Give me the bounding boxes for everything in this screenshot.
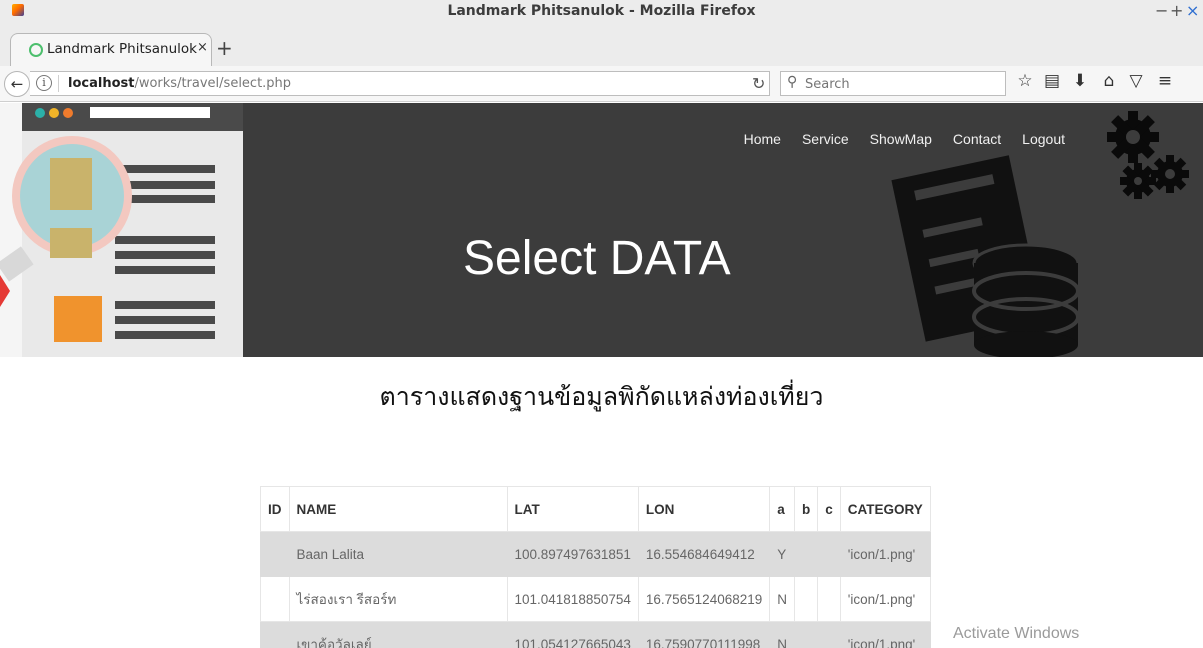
cell-lat: 101.054127665043	[506, 621, 639, 648]
close-window-button[interactable]: ×	[1186, 1, 1199, 20]
cell-lon: 16.7565124068219	[637, 576, 771, 622]
page-heading: ตารางแสดงฐานข้อมูลพิกัดแหล่งท่องเที่ยว	[379, 382, 824, 411]
cell-c	[817, 531, 841, 577]
document-search-illustration	[0, 103, 243, 357]
url-bar[interactable]: i localhost/works/travel/select.php ↻	[30, 71, 770, 96]
col-id-header: ID	[260, 486, 290, 532]
cell-c	[817, 621, 841, 648]
maximize-button[interactable]: +	[1170, 1, 1183, 20]
cell-name: ไร่สองเรา รีสอร์ท	[288, 576, 508, 622]
table-row: ไร่สองเรา รีสอร์ท 101.041818850754 16.75…	[260, 576, 931, 622]
nav-showmap-link[interactable]: ShowMap	[870, 131, 932, 147]
cell-lat: 100.897497631851	[506, 531, 639, 577]
tab-close-button[interactable]: ×	[197, 40, 208, 55]
cell-name: Baan Lalita	[288, 531, 508, 577]
hero-banner: Home Service ShowMap Contact Logout Sele…	[243, 103, 1203, 357]
col-c-header: c	[817, 486, 841, 532]
hero-illustration	[0, 103, 243, 357]
landmark-table: ID NAME LAT LON a b c CATEGORY Baan Lali…	[260, 486, 931, 648]
cell-c	[817, 576, 841, 622]
cell-category: 'icon/1.png'	[839, 576, 931, 622]
cell-lat: 101.041818850754	[506, 576, 639, 622]
info-icon[interactable]: i	[36, 75, 52, 91]
url-text: localhost/works/travel/select.php	[68, 76, 291, 91]
nav-home-link[interactable]: Home	[744, 131, 781, 147]
col-name-header: NAME	[288, 486, 508, 532]
cell-name: เขาค้อวัลเลย์	[288, 621, 508, 648]
col-category-header: CATEGORY	[839, 486, 931, 532]
site-nav: Home Service ShowMap Contact Logout	[723, 131, 1065, 147]
cell-a: N	[769, 576, 795, 622]
url-separator	[58, 75, 59, 92]
window-title: Landmark Phitsanulok - Mozilla Firefox	[447, 3, 756, 19]
search-bar[interactable]: ⚲	[780, 71, 1006, 96]
table-row: เขาค้อวัลเลย์ 101.054127665043 16.759077…	[260, 621, 931, 648]
cell-b	[793, 531, 819, 577]
favicon-icon	[29, 43, 43, 57]
minimize-button[interactable]: −	[1155, 1, 1168, 20]
url-host: localhost	[68, 76, 135, 91]
cell-lon: 16.554684649412	[637, 531, 771, 577]
table-row: Baan Lalita 100.897497631851 16.55468464…	[260, 531, 931, 577]
reload-icon[interactable]: ↻	[752, 74, 765, 93]
cell-id	[260, 576, 290, 622]
hero-title: Select DATA	[463, 232, 731, 285]
downloads-icon[interactable]: ⬇	[1069, 71, 1091, 91]
cell-b	[793, 576, 819, 622]
gears-icon	[1107, 111, 1189, 199]
nav-contact-link[interactable]: Contact	[953, 131, 1001, 147]
cell-category: 'icon/1.png'	[839, 531, 931, 577]
back-button[interactable]: ←	[4, 71, 30, 97]
pocket-icon[interactable]: ▽	[1125, 71, 1147, 91]
cell-a: Y	[769, 531, 795, 577]
navigation-toolbar: ← i localhost/works/travel/select.php ↻ …	[0, 66, 1203, 102]
cell-b	[793, 621, 819, 648]
table-header-row: ID NAME LAT LON a b c CATEGORY	[260, 486, 931, 532]
search-icon: ⚲	[787, 74, 798, 90]
cell-category: 'icon/1.png'	[839, 621, 931, 648]
back-arrow-icon: ←	[10, 75, 24, 93]
window-titlebar: Landmark Phitsanulok - Mozilla Firefox −…	[0, 0, 1203, 34]
menu-icon[interactable]: ≡	[1154, 71, 1176, 91]
col-lat-header: LAT	[506, 486, 639, 532]
url-path: /works/travel/select.php	[134, 76, 292, 91]
cell-lon: 16.7590770111998	[637, 621, 771, 648]
new-tab-button[interactable]: +	[216, 36, 233, 60]
nav-service-link[interactable]: Service	[802, 131, 849, 147]
bookmark-star-icon[interactable]: ☆	[1014, 71, 1036, 91]
activate-windows-watermark: Activate Windows	[953, 625, 1080, 642]
nav-logout-link[interactable]: Logout	[1022, 131, 1065, 147]
cell-id	[260, 621, 290, 648]
tab-landmark[interactable]: Landmark Phitsanulok ×	[10, 33, 212, 66]
tab-label: Landmark Phitsanulok	[47, 41, 197, 57]
col-lon-header: LON	[637, 486, 771, 532]
col-a-header: a	[769, 486, 795, 532]
col-b-header: b	[793, 486, 819, 532]
reading-list-icon[interactable]: ▤	[1041, 71, 1063, 91]
search-input[interactable]	[805, 75, 1000, 93]
home-icon[interactable]: ⌂	[1098, 71, 1120, 91]
cell-id	[260, 531, 290, 577]
web-page: Home Service ShowMap Contact Logout Sele…	[0, 103, 1203, 648]
cell-a: N	[769, 621, 795, 648]
